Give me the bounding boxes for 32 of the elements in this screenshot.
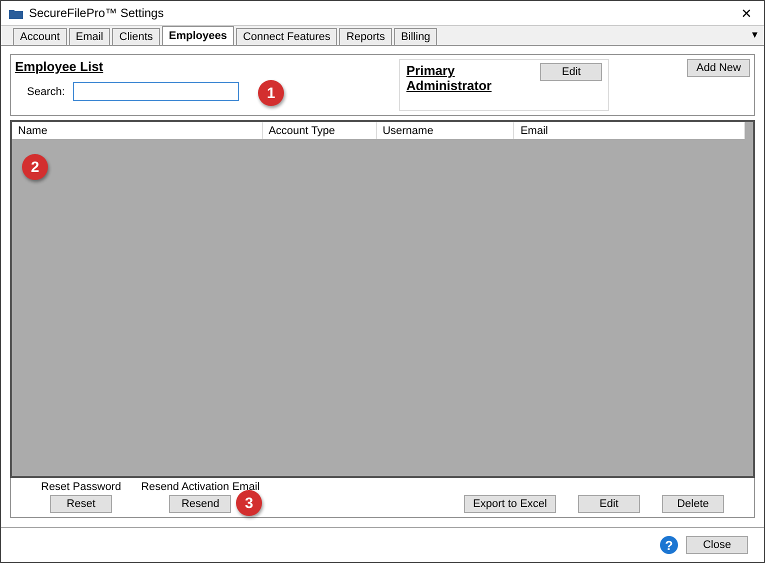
search-label: Search: [27,86,65,98]
close-button[interactable]: Close [686,536,748,554]
callout-badge: 3 [236,490,262,516]
column-header[interactable]: Account Type [262,122,377,139]
field-label: Reset Password [41,481,122,493]
tab[interactable]: Email [68,28,110,45]
resend-button[interactable]: Resend [169,495,232,513]
tab[interactable]: Connect Features [236,28,338,45]
folder-icon [9,8,23,18]
callout-badge: 1 [258,80,284,106]
help-icon[interactable]: ? [660,536,678,554]
section-title: Employee List [15,59,104,74]
column-header[interactable]: Username [376,122,514,139]
window-title: SecureFilePro™ Settings [29,6,165,20]
column-header[interactable]: Name [12,122,263,139]
column-header[interactable]: Email [514,122,745,139]
tab[interactable]: Account [13,28,67,45]
tab[interactable]: Employees [162,26,234,45]
close-icon[interactable]: ✕ [737,6,756,20]
field-label: Resend Activation Email [141,481,260,493]
search-field[interactable] [72,82,239,101]
tab[interactable]: Reports [339,28,392,45]
action-button[interactable]: Export to Excel [464,495,556,513]
tab-menu-arrow[interactable]: ▾ [752,28,758,41]
reset-button[interactable]: Reset [50,495,112,513]
edit-button[interactable]: Edit [540,63,602,81]
tab[interactable]: Clients [112,28,160,45]
section-title: Primary Administrator [406,63,493,93]
tab[interactable]: Billing [394,28,438,45]
action-button[interactable]: Delete [662,495,724,513]
add-new-button[interactable]: Add New [687,59,750,77]
action-button[interactable]: Edit [578,495,640,513]
